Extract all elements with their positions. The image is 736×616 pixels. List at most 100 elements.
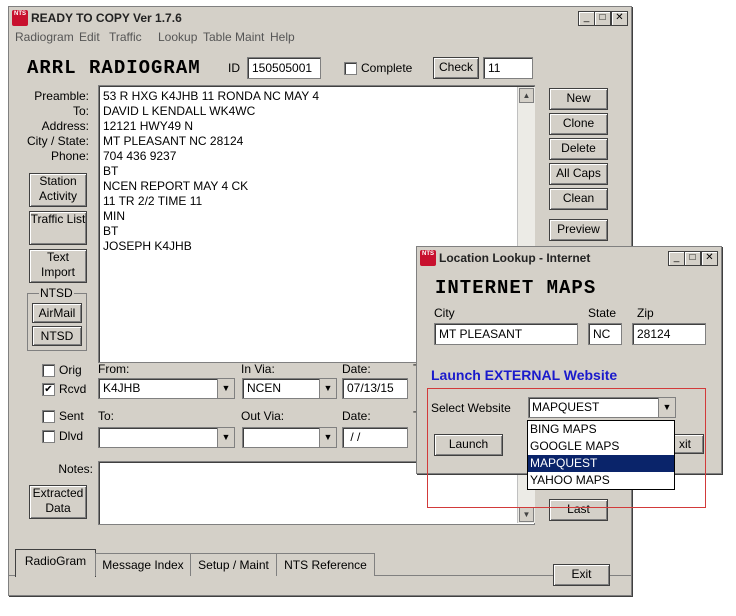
all-caps-button[interactable]: All Caps (549, 163, 608, 185)
dlvd-label: Dlvd (59, 429, 84, 443)
out-via-label: Out Via: (241, 409, 285, 423)
maximize-icon[interactable]: □ (594, 11, 611, 26)
website-select[interactable]: MAPQUEST ▼ (528, 397, 676, 418)
minimize-icon[interactable]: _ (668, 251, 685, 266)
notes-label: Notes: (58, 462, 93, 476)
complete-checkbox[interactable] (344, 62, 357, 75)
preview-button[interactable]: Preview (549, 219, 608, 241)
date-in-label: Date: (342, 362, 371, 376)
chevron-down-icon[interactable]: ▼ (217, 428, 234, 447)
phone-label: Phone: (50, 149, 89, 163)
to-select[interactable]: ▼ (98, 427, 235, 448)
message-line: BT (103, 224, 119, 238)
sent-checkbox[interactable] (42, 410, 55, 423)
delete-button[interactable]: Delete (549, 138, 608, 160)
zip-field[interactable]: 28124 (632, 323, 706, 345)
orig-checkbox[interactable] (42, 364, 55, 377)
menu-radiogram[interactable]: Radiogram (15, 30, 74, 44)
id-label: ID (228, 61, 240, 75)
message-line: 53 R HXG K4JHB 11 RONDA NC MAY 4 (103, 89, 320, 103)
id-field[interactable]: 150505001 (247, 57, 321, 79)
dropdown-option-google-maps[interactable]: GOOGLE MAPS (528, 438, 674, 455)
nts-logo-icon: NTS (420, 250, 436, 266)
airmail-button[interactable]: AirMail (32, 303, 82, 323)
dropdown-option-mapquest[interactable]: MAPQUEST (528, 455, 674, 472)
minimize-icon[interactable]: _ (578, 11, 595, 26)
tab-nts-reference[interactable]: NTS Reference (276, 553, 375, 576)
clean-button[interactable]: Clean (549, 188, 608, 210)
menu-bar: Radiogram Edit Traffic Lookup Table Main… (15, 29, 615, 47)
scroll-up-icon[interactable]: ▲ (519, 88, 534, 103)
scroll-down-icon[interactable]: ▼ (519, 507, 534, 522)
tab-setup-maint[interactable]: Setup / Maint (190, 553, 277, 576)
clone-button[interactable]: Clone (549, 113, 608, 135)
close-icon[interactable]: ✕ (611, 11, 628, 26)
check-value-field[interactable]: 11 (483, 57, 533, 79)
menu-table-maint[interactable]: Table Maint (203, 30, 264, 44)
lookup-window-title: Location Lookup - Internet (439, 251, 591, 265)
preamble-label: Preamble: (34, 89, 89, 103)
date-out-field[interactable]: / / (342, 427, 408, 448)
check-button[interactable]: Check (433, 57, 479, 79)
from-select[interactable]: K4JHB ▼ (98, 378, 235, 399)
traffic-list-button[interactable]: Traffic List (29, 211, 87, 245)
date-out-label: Date: (342, 409, 371, 423)
tab-radiogram[interactable]: RadioGram (15, 549, 96, 577)
complete-label: Complete (361, 61, 413, 75)
station-activity-button[interactable]: Station Activity (29, 173, 87, 207)
website-dropdown-list[interactable]: BING MAPS GOOGLE MAPS MAPQUEST YAHOO MAP… (527, 420, 675, 490)
rcvd-checkbox[interactable]: ✔ (42, 383, 55, 396)
select-website-label: Select Website (431, 401, 511, 415)
chevron-down-icon[interactable]: ▼ (319, 379, 336, 398)
in-via-label: In Via: (241, 362, 275, 376)
close-icon[interactable]: ✕ (701, 251, 718, 266)
message-line: DAVID L KENDALL WK4WC (103, 104, 256, 118)
to-label: To: (98, 409, 115, 423)
launch-button[interactable]: Launch (434, 434, 503, 456)
dlvd-checkbox[interactable] (42, 430, 55, 443)
menu-help[interactable]: Help (270, 30, 295, 44)
page-title: ARRL RADIOGRAM (27, 57, 201, 79)
from-select-value: K4JHB (103, 381, 141, 395)
main-titlebar: NTS READY TO COPY Ver 1.7.6 _ □ ✕ (9, 7, 631, 29)
menu-lookup[interactable]: Lookup (158, 30, 197, 44)
in-via-select-value: NCEN (247, 381, 282, 395)
message-line: BT (103, 164, 119, 178)
orig-label: Orig (59, 363, 82, 377)
dropdown-option-yahoo-maps[interactable]: YAHOO MAPS (528, 472, 674, 489)
maximize-icon[interactable]: □ (684, 251, 701, 266)
state-label: State (588, 306, 617, 320)
lookup-exit-label: xit (679, 437, 691, 451)
exit-button[interactable]: Exit (553, 564, 610, 586)
dropdown-option-bing-maps[interactable]: BING MAPS (528, 421, 674, 438)
chevron-down-icon[interactable]: ▼ (217, 379, 234, 398)
chevron-down-icon[interactable]: ▼ (319, 428, 336, 447)
tab-message-index[interactable]: Message Index (95, 553, 191, 576)
extracted-data-button[interactable]: Extracted Data (29, 485, 87, 519)
message-line: NCEN REPORT MAY 4 CK (103, 179, 249, 193)
message-line: 12121 HWY49 N (103, 119, 194, 133)
message-line: MT PLEASANT NC 28124 (103, 134, 244, 148)
text-import-button[interactable]: Text Import (29, 249, 87, 283)
zip-label: Zip (637, 306, 654, 320)
message-line: 11 TR 2/2 TIME 11 (103, 194, 203, 208)
ntsd-button[interactable]: NTSD (32, 326, 82, 346)
main-window-title: READY TO COPY Ver 1.7.6 (31, 11, 182, 25)
date-in-field[interactable]: 07/13/15 (342, 378, 408, 399)
menu-edit[interactable]: Edit (79, 30, 100, 44)
menu-traffic[interactable]: Traffic (109, 30, 142, 44)
website-select-value: MAPQUEST (532, 400, 600, 414)
ntsd-group-label: NTSD (39, 286, 74, 300)
message-line: JOSEPH K4JHB (103, 239, 192, 253)
last-button[interactable]: Last (549, 499, 608, 521)
city-field[interactable]: MT PLEASANT (434, 323, 578, 345)
to-row-label: To: (72, 104, 89, 118)
nts-logo-icon: NTS (12, 10, 28, 26)
in-via-select[interactable]: NCEN ▼ (242, 378, 337, 399)
new-button[interactable]: New (549, 88, 608, 110)
city-label: City (434, 306, 455, 320)
state-field[interactable]: NC (588, 323, 622, 345)
out-via-select[interactable]: ▼ (242, 427, 337, 448)
address-label: Address: (41, 119, 89, 133)
chevron-down-icon[interactable]: ▼ (658, 398, 675, 417)
